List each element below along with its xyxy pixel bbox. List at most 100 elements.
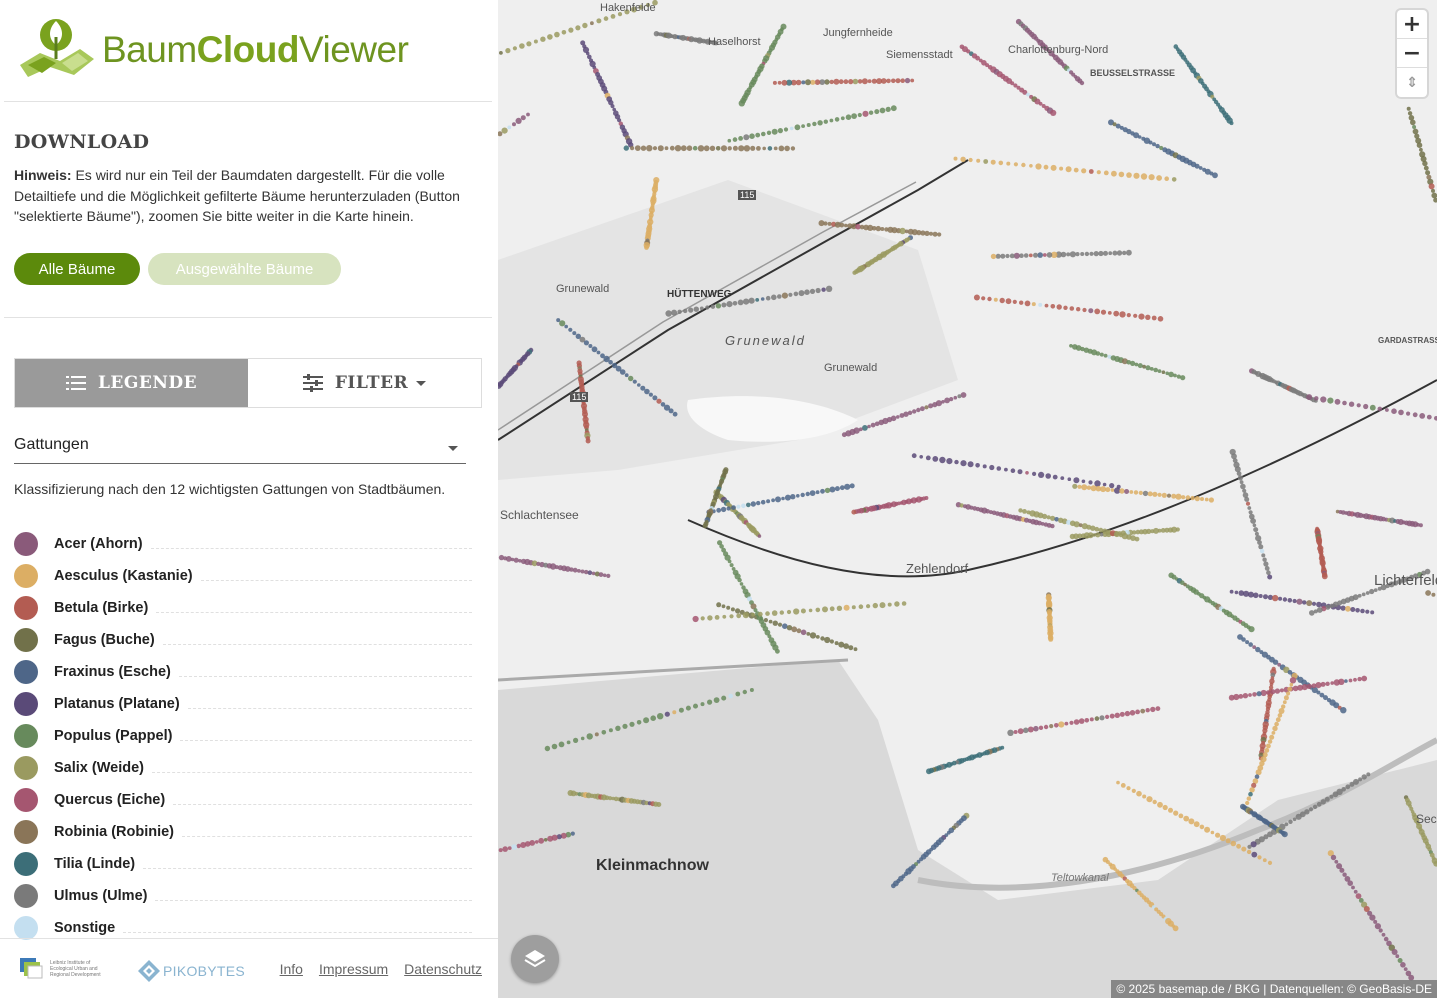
app-logo[interactable]: BaumCloudViewer [14, 14, 409, 78]
tree-point [1145, 365, 1151, 371]
tree-point [713, 697, 720, 703]
tree-point [543, 838, 548, 842]
tree-point [668, 408, 674, 414]
info-link[interactable]: Info [280, 961, 303, 977]
map-view[interactable]: Hakenfelde Haselhorst Jungfernheide Siem… [498, 0, 1437, 998]
tree-point [1079, 80, 1085, 86]
tree-point [1010, 468, 1016, 474]
chevron-down-icon [416, 380, 427, 386]
tree-point [982, 464, 987, 469]
tree-point [793, 291, 799, 297]
zoom-out-button[interactable]: − [1397, 39, 1427, 68]
download-selected-trees-button[interactable]: Ausgewählte Bäume [148, 253, 341, 285]
tree-point [568, 27, 574, 33]
map-navigation-control: + − ⇕ [1397, 10, 1427, 97]
dotted-leader [173, 803, 472, 805]
tree-point [976, 158, 981, 163]
tree-point [1058, 721, 1065, 728]
tree-point [1410, 119, 1416, 126]
compass-button[interactable]: ⇕ [1397, 68, 1427, 97]
tree-point [1428, 183, 1435, 190]
tree-point [507, 125, 512, 130]
tree-point [629, 721, 635, 727]
dotted-leader [180, 739, 472, 741]
tree-point [1339, 867, 1345, 873]
tree-point [1210, 830, 1215, 835]
tree-point [1199, 824, 1205, 830]
tree-point [707, 699, 713, 705]
tree-point [1136, 790, 1142, 797]
tree-point [720, 506, 727, 513]
tree-point [839, 485, 845, 491]
legend-item-label: Acer (Ahorn) [54, 536, 143, 552]
tree-point [1073, 167, 1079, 173]
tree-point [1212, 172, 1218, 179]
download-all-trees-button[interactable]: Alle Bäume [14, 253, 140, 285]
dotted-leader [182, 835, 472, 837]
tree-point [838, 79, 844, 85]
tree-point [566, 740, 571, 745]
tree-point [1329, 794, 1334, 799]
tree-point [501, 127, 508, 134]
tree-point [1423, 165, 1429, 171]
pikobytes-logo[interactable]: PIKOBYTES [137, 959, 245, 983]
tree-point [1013, 162, 1019, 167]
ioer-logo[interactable]: Leibniz Institute of Ecological Urban an… [20, 955, 120, 983]
tree-point [1327, 397, 1334, 404]
tree-point [862, 425, 868, 431]
road-shield: 115 [738, 190, 757, 200]
tree-point [1168, 371, 1174, 378]
tree-point [896, 415, 900, 419]
tree-point [901, 601, 907, 606]
tree-point [736, 504, 741, 509]
tree-point [742, 612, 749, 619]
tree-point [925, 455, 931, 461]
tree-point [1255, 769, 1262, 776]
tree-point [674, 145, 682, 152]
tree-point [1119, 311, 1126, 318]
tree-point [1160, 528, 1166, 533]
tree-point [1330, 681, 1334, 685]
tree-point [779, 610, 784, 615]
tree-point [796, 494, 800, 498]
classification-select[interactable]: Gattungen [14, 436, 466, 464]
tree-point [1137, 135, 1142, 139]
tree-point [601, 730, 607, 735]
tree-point [824, 79, 830, 85]
layers-button[interactable] [511, 935, 559, 983]
tree-point [861, 78, 868, 85]
tree-point [851, 605, 856, 610]
tree-point [1124, 489, 1130, 494]
tree-point [1113, 310, 1120, 317]
datenschutz-link[interactable]: Datenschutz [404, 961, 482, 977]
impressum-link[interactable]: Impressum [319, 961, 388, 977]
tree-point [767, 146, 773, 151]
tree-point [1277, 713, 1283, 718]
tree-point [1178, 813, 1184, 819]
tree-point [669, 145, 675, 151]
tree-point [809, 632, 817, 639]
tree-point [1360, 608, 1365, 614]
tree-point [619, 369, 626, 375]
tree-point [502, 846, 508, 852]
tree-point [772, 620, 778, 626]
tree-point [1082, 307, 1087, 313]
tab-filter[interactable]: FILTER [248, 359, 481, 407]
tree-point [1042, 253, 1047, 257]
tree-point [1190, 495, 1195, 501]
tree-point [1029, 164, 1033, 168]
tree-point [872, 602, 878, 609]
tree-point [1292, 598, 1297, 604]
tree-point [1038, 302, 1043, 307]
legend-color-dot [14, 532, 38, 556]
tree-point [1365, 591, 1370, 595]
tree-point [1009, 253, 1015, 259]
map-canvas[interactable] [498, 0, 1437, 998]
zoom-in-button[interactable]: + [1397, 10, 1427, 39]
tree-point [1348, 678, 1353, 683]
tree-point [1084, 718, 1090, 723]
tab-legend[interactable]: LEGENDE [15, 359, 248, 407]
tree-point [857, 79, 863, 84]
tree-point [840, 116, 845, 121]
tree-point [1351, 885, 1355, 890]
